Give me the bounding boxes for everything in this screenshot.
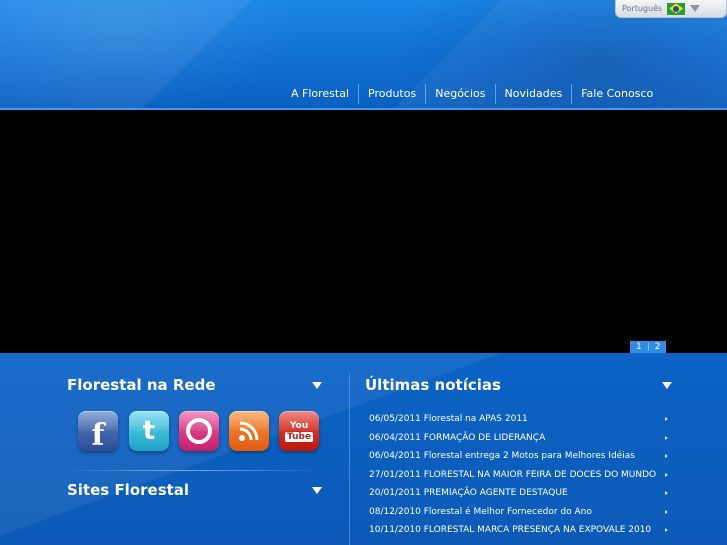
news-item[interactable]: 06/04/2011 FORMAÇÃO DE LIDERANÇA: [369, 429, 672, 448]
news-panel-toggle-icon[interactable]: [662, 382, 672, 389]
arrow-right-icon: [665, 491, 668, 495]
arrow-right-icon: [665, 454, 668, 458]
slider-page-2[interactable]: 2: [649, 341, 667, 353]
arrow-right-icon: [665, 528, 668, 532]
panel-divider: [60, 470, 320, 471]
sites-panel-toggle-icon[interactable]: [312, 487, 322, 494]
news-item[interactable]: 20/01/2011 PREMIAÇÃO AGENTE DESTAQUE: [369, 484, 672, 503]
nav-fale-conosco[interactable]: Fale Conosco: [571, 84, 662, 104]
video-banner[interactable]: [0, 110, 727, 353]
brazil-flag-icon: [667, 2, 686, 15]
main-nav: A Florestal Produtos Negócios Novidades …: [282, 84, 662, 104]
nav-novidades[interactable]: Novidades: [494, 84, 572, 104]
arrow-right-icon: [665, 509, 668, 514]
news-item[interactable]: 10/11/2010 FLORESTAL MARCA PRESENÇA NA E…: [369, 521, 672, 540]
youtube-icon[interactable]: You Tube: [279, 411, 319, 451]
nav-produtos[interactable]: Produtos: [358, 84, 425, 104]
chevron-down-icon[interactable]: [690, 5, 701, 12]
arrow-right-icon: [665, 435, 668, 440]
sites-panel-title: Sites Florestal: [67, 481, 190, 499]
news-panel-title: Últimas notícias: [365, 376, 501, 394]
bottom-section: Florestal na Rede f t You Tube Sites Flor…: [0, 353, 727, 545]
arrow-right-icon: [665, 417, 668, 421]
flickr-icon[interactable]: [179, 411, 219, 451]
news-list: 06/05/2011 Florestal na APAS 2011 06/04/…: [369, 410, 672, 540]
news-item[interactable]: 27/01/2011 FLORESTAL NA MAIOR FEIRA DE D…: [369, 466, 672, 485]
news-item[interactable]: 06/05/2011 Florestal na APAS 2011: [369, 410, 672, 429]
social-panel-toggle-icon[interactable]: [312, 382, 322, 389]
rss-icon[interactable]: [229, 411, 269, 451]
column-divider: [349, 373, 350, 545]
social-panel-title: Florestal na Rede: [67, 376, 216, 394]
arrow-right-icon: [665, 472, 668, 477]
nav-a-florestal[interactable]: A Florestal: [282, 84, 358, 104]
language-label: Português: [622, 4, 663, 13]
slider-page-1[interactable]: 1: [630, 341, 648, 353]
slider-pager: 1 2: [630, 341, 667, 353]
nav-negocios[interactable]: Negócios: [425, 84, 494, 104]
twitter-icon[interactable]: t: [129, 411, 169, 451]
news-item[interactable]: 06/04/2011 Florestal entrega 2 Motos par…: [369, 447, 672, 466]
site-header: Português A Florestal Produtos Negócios …: [0, 0, 727, 110]
news-item[interactable]: 08/12/2010 Florestal é Melhor Fornecedor…: [369, 503, 672, 522]
facebook-icon[interactable]: f: [78, 411, 118, 451]
language-selector[interactable]: Português: [615, 0, 727, 18]
